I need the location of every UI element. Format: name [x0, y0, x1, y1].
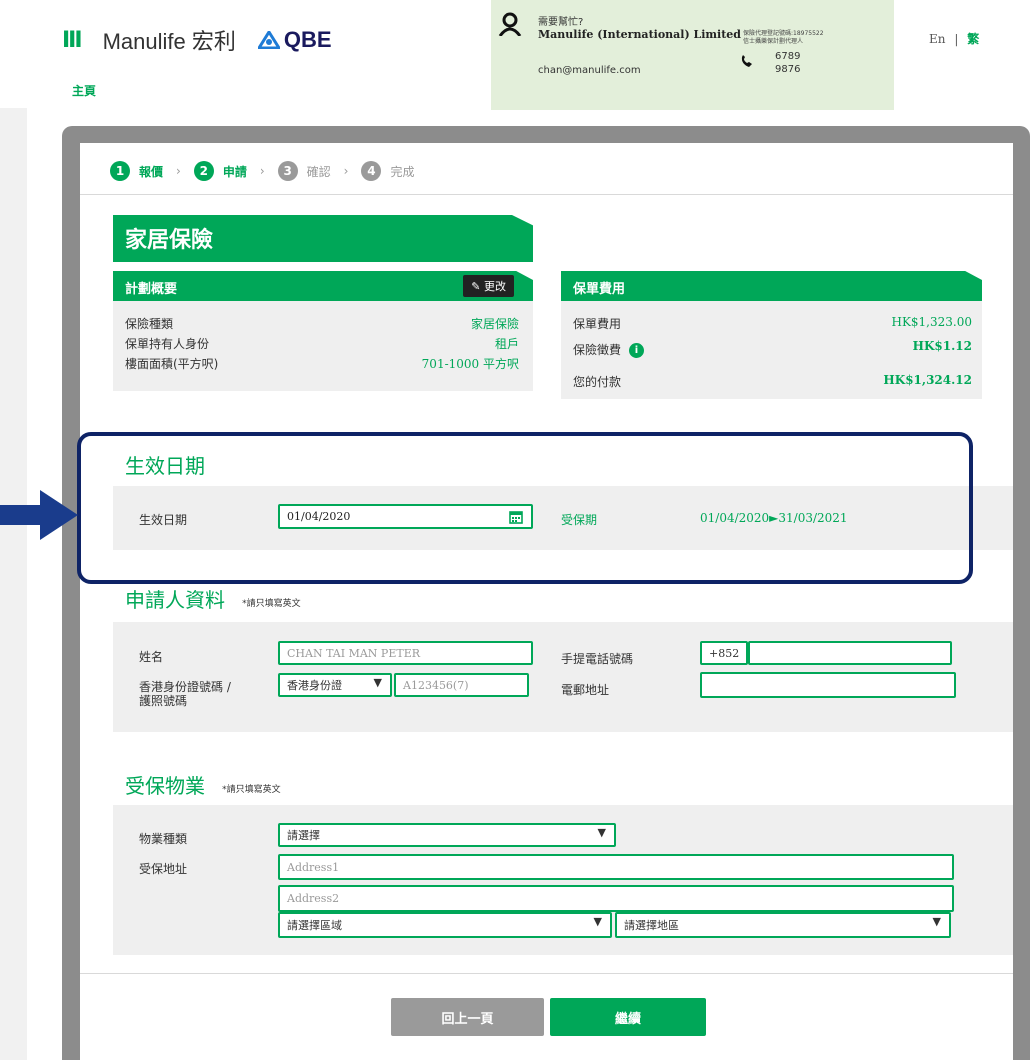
- dropdown-arrow-icon: ▼: [373, 676, 382, 689]
- agent-company: Manulife (International) Limited: [538, 28, 742, 41]
- dropdown-arrow-icon: ▼: [593, 915, 602, 928]
- agent-phone[interactable]: 6789 9876: [775, 50, 800, 76]
- applicant-title-row: 申請人資料 *請只填寫英文: [125, 584, 301, 613]
- district-value: 請選擇地區: [624, 919, 679, 932]
- bottom-divider: [80, 973, 1013, 974]
- lang-en-link[interactable]: En: [929, 32, 946, 46]
- step-4-number: 4: [361, 161, 382, 181]
- brand-logos: III Manulife 宏利 QBE: [62, 24, 332, 56]
- language-switch: En | 繁: [929, 30, 979, 47]
- premium-row-value: HK$1.12: [912, 339, 972, 353]
- applicant-title: 申請人資料: [125, 588, 225, 612]
- agent-phone-line: 6789: [775, 51, 801, 62]
- dropdown-arrow-icon: ▼: [932, 915, 941, 928]
- property-title: 受保物業: [125, 774, 205, 798]
- plan-row-label: 保險種類: [125, 317, 174, 331]
- lang-separator: |: [954, 32, 959, 46]
- step-divider: [80, 194, 1013, 195]
- premium-header: 保單費用: [561, 271, 982, 301]
- premium-row-label: 保險徵費 i: [573, 341, 645, 358]
- premium-levy-label: 保險徵費: [573, 343, 622, 357]
- continue-button[interactable]: 繼續: [550, 998, 706, 1036]
- property-type-label: 物業種類: [139, 832, 188, 846]
- mobile-input[interactable]: [748, 641, 952, 665]
- premium-title: 保單費用: [573, 282, 626, 297]
- id-label-line: 護照號碼: [139, 694, 188, 708]
- property-type-select[interactable]: 請選擇 ▼: [278, 823, 616, 847]
- manulife-brand-text: Manulife 宏利: [102, 29, 236, 54]
- premium-row-value: HK$1,323.00: [891, 315, 972, 329]
- step-2-label: 申請: [222, 164, 247, 179]
- region-select[interactable]: 請選擇區域 ▼: [278, 912, 612, 938]
- agent-email[interactable]: chan@manulife.com: [538, 65, 641, 76]
- premium-total-value: HK$1,324.12: [883, 373, 972, 387]
- district-select[interactable]: 請選擇地區 ▼: [615, 912, 951, 938]
- id-number-placeholder: A123456(7): [403, 678, 469, 692]
- info-icon[interactable]: i: [629, 343, 645, 358]
- premium-body: 保單費用 HK$1,323.00 保險徵費 i HK$1.12 您的付款 HK$1…: [561, 301, 982, 399]
- back-button[interactable]: 回上一頁: [391, 998, 544, 1036]
- qbe-logo: QBE: [257, 27, 332, 53]
- premium-row-label: 保單費用: [573, 317, 622, 331]
- address-label: 受保地址: [139, 862, 188, 876]
- chevron-right-icon: ›: [259, 164, 265, 178]
- plan-summary-title: 計劃概要: [125, 282, 178, 297]
- mobile-label: 手提電話號碼: [561, 652, 634, 666]
- chevron-right-icon: ›: [176, 164, 181, 178]
- qbe-brand-text: QBE: [283, 27, 332, 52]
- id-type-select[interactable]: 香港身份證 ▼: [278, 673, 392, 697]
- left-gutter: [0, 108, 27, 1060]
- agent-registration: 保險代理登記號碼:18975522 信士攝樂保計劃代理人: [743, 30, 824, 46]
- address2-input[interactable]: Address2: [278, 885, 954, 912]
- step-3-label: 確認: [306, 164, 331, 179]
- address1-input[interactable]: Address1: [278, 854, 954, 880]
- region-value: 請選擇區域: [287, 919, 342, 932]
- id-number-input[interactable]: A123456(7): [394, 673, 529, 697]
- id-label-line: 香港身份證號碼 /: [139, 680, 231, 694]
- help-question: 需要幫忙?: [538, 17, 584, 28]
- pointer-arrow-icon: [0, 490, 78, 540]
- chevron-right-icon: ›: [343, 164, 349, 178]
- english-only-note: *請只填寫英文: [222, 785, 281, 795]
- name-label: 姓名: [139, 650, 164, 664]
- plan-row-label: 樓面面積(平方呎): [125, 357, 219, 371]
- id-label: 香港身份證號碼 / 護照號碼: [139, 680, 231, 708]
- edit-plan-button[interactable]: ✎ 更改: [463, 275, 514, 297]
- plan-summary-body: 保險種類 家居保險 保單持有人身份 租戶 樓面面積(平方呎) 701-1000 …: [113, 301, 533, 391]
- step-3-number: 3: [277, 161, 298, 181]
- pencil-icon: ✎: [471, 280, 481, 293]
- dropdown-arrow-icon: ▼: [597, 826, 606, 839]
- step-indicator: 1 報價 › 2 申請 › 3 確認 › 4 完成: [110, 161, 415, 181]
- highlight-box: [77, 432, 973, 584]
- email-label: 電郵地址: [561, 683, 610, 697]
- plan-summary-header: 計劃概要 ✎ 更改: [113, 271, 533, 301]
- breadcrumb-home[interactable]: 主頁: [72, 82, 96, 99]
- agent-phone-line: 9876: [775, 64, 801, 75]
- plan-row-value: 家居保險: [470, 317, 519, 331]
- qbe-logo-icon: [257, 31, 280, 49]
- email-input[interactable]: [700, 672, 956, 698]
- edit-plan-label: 更改: [484, 280, 506, 293]
- plan-row-value: 租戶: [494, 337, 519, 351]
- plan-row-label: 保單持有人身份: [125, 337, 210, 351]
- step-1-label: 報價: [139, 164, 164, 179]
- english-only-note: *請只填寫英文: [242, 599, 301, 609]
- lang-tc-link[interactable]: 繁: [967, 32, 979, 46]
- plan-row-value: 701-1000 平方呎: [421, 357, 519, 371]
- property-type-value: 請選擇: [287, 829, 320, 842]
- manulife-logo-icon: III: [62, 27, 83, 53]
- premium-row-label: 您的付款: [573, 375, 622, 389]
- agent-registration-line: 保險代理登記號碼:18975522: [743, 30, 824, 37]
- id-type-value: 香港身份證: [287, 679, 342, 692]
- product-title: 家居保險: [125, 228, 214, 253]
- property-title-row: 受保物業 *請只填寫英文: [125, 770, 281, 799]
- name-input[interactable]: CHAN TAI MAN PETER: [278, 641, 533, 665]
- step-4-label: 完成: [390, 164, 415, 179]
- phone-icon: [741, 55, 752, 67]
- country-code-field[interactable]: +852: [700, 641, 748, 665]
- step-1-number: 1: [110, 161, 130, 181]
- agent-registration-line: 信士攝樂保計劃代理人: [743, 38, 804, 45]
- agent-person-icon: [498, 12, 522, 36]
- step-2-number: 2: [193, 161, 214, 181]
